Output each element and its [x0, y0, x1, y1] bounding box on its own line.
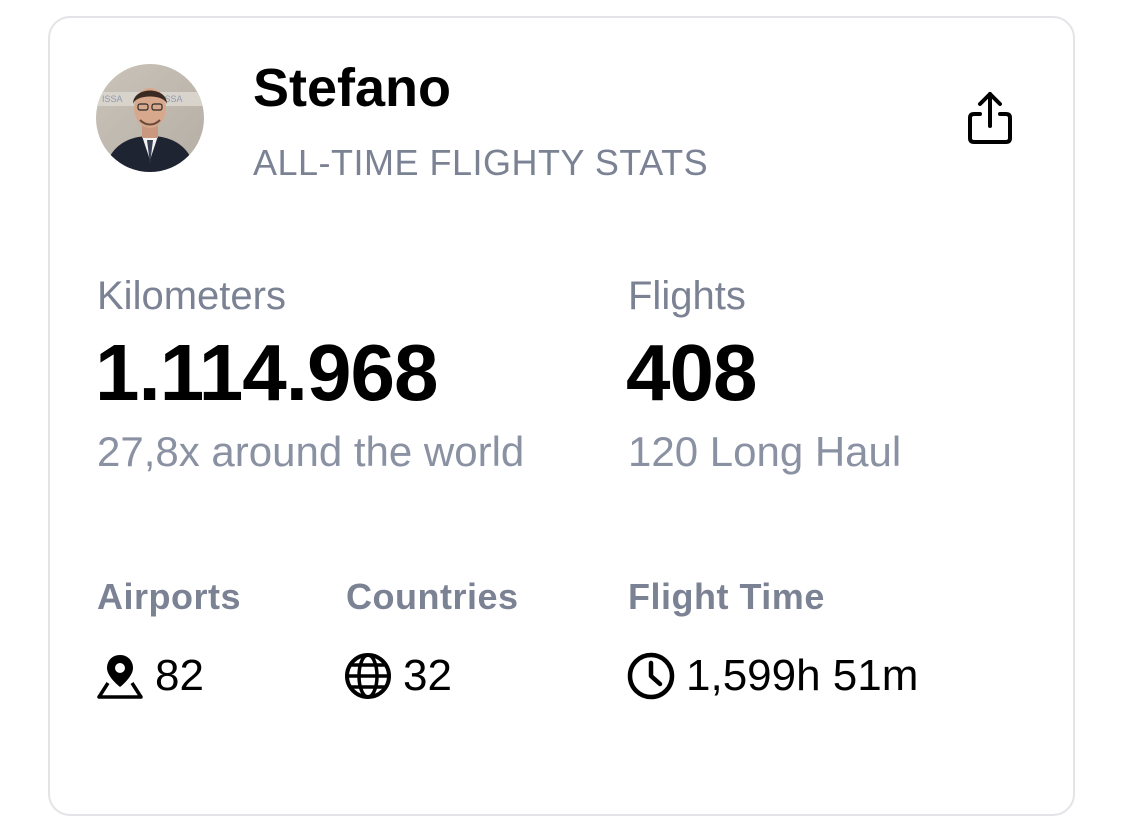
countries-value: 32 — [403, 651, 452, 700]
flight-time-stat: 1,599h 51m — [626, 646, 918, 706]
share-button[interactable] — [962, 88, 1018, 150]
avatar[interactable]: ISSA ISSA — [96, 64, 204, 172]
map-pin-icon — [97, 655, 143, 699]
svg-text:ISSA: ISSA — [102, 94, 123, 104]
avatar-photo: ISSA ISSA — [96, 64, 204, 172]
share-icon — [968, 92, 1012, 144]
flights-label: Flights — [628, 274, 746, 318]
flight-time-value: 1,599h 51m — [686, 651, 919, 700]
airports-stat: 82 — [95, 646, 204, 706]
flights-value: 408 — [626, 328, 757, 417]
profile-subtitle: ALL-TIME FLIGHTY STATS — [253, 142, 709, 183]
profile-name: Stefano — [253, 58, 452, 118]
globe-icon — [345, 653, 391, 699]
kilometers-sub: 27,8x around the world — [97, 428, 525, 475]
flights-sub: 120 Long Haul — [628, 428, 902, 475]
countries-label: Countries — [346, 576, 519, 617]
countries-stat: 32 — [343, 646, 452, 706]
airports-value: 82 — [155, 651, 204, 700]
airports-label: Airports — [97, 576, 242, 617]
flight-time-label: Flight Time — [628, 576, 825, 617]
kilometers-label: Kilometers — [97, 274, 286, 318]
clock-icon — [627, 652, 675, 700]
kilometers-value: 1.114.968 — [95, 328, 438, 417]
